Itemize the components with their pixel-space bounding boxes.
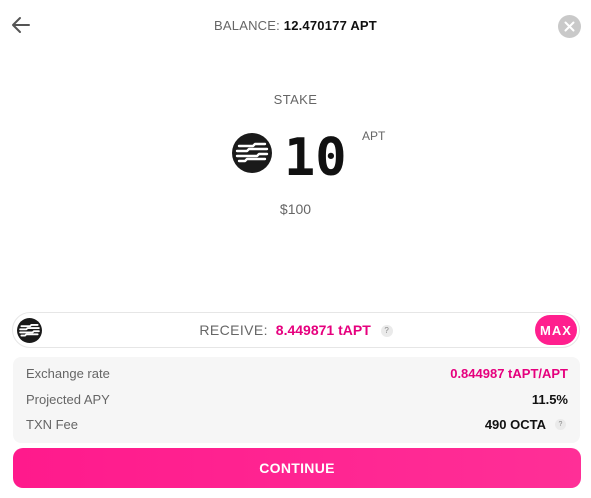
stake-unit: APT xyxy=(362,129,386,143)
balance-value: 12.470177 APT xyxy=(283,18,377,33)
help-icon[interactable]: ? xyxy=(555,419,566,430)
stake-usd-value: $100 xyxy=(279,201,312,217)
exchange-rate-label: Exchange rate xyxy=(26,366,110,381)
receive-bar: RECEIVE: 8.449871 tAPT ? MAX xyxy=(12,312,580,348)
stake-title: STAKE xyxy=(273,92,318,107)
apy-value: 11.5% xyxy=(531,392,568,407)
receive-summary: RECEIVE: 8.449871 tAPT ? xyxy=(13,322,579,338)
continue-button[interactable]: CONTINUE xyxy=(13,448,581,488)
apy-label: Projected APY xyxy=(26,392,110,407)
exchange-rate-value: 0.844987 tAPT/APT xyxy=(450,366,568,381)
fee-value: 490 OCTA xyxy=(484,417,546,432)
close-button[interactable] xyxy=(558,15,581,38)
close-icon xyxy=(564,21,575,32)
receive-label: RECEIVE: xyxy=(199,322,268,338)
details-panel: Exchange rate 0.844987 tAPT/APT Projecte… xyxy=(13,357,580,443)
balance-label: BALANCE: xyxy=(214,18,280,33)
help-icon[interactable]: ? xyxy=(380,325,393,338)
max-button[interactable]: MAX xyxy=(535,315,577,345)
balance-display: BALANCE: 12.470177 APT xyxy=(0,18,591,33)
aptos-logo-icon xyxy=(232,133,272,173)
fee-label: TXN Fee xyxy=(26,417,79,432)
receive-value: 8.449871 tAPT xyxy=(275,322,371,338)
stake-amount-input[interactable]: 10 xyxy=(284,130,347,186)
